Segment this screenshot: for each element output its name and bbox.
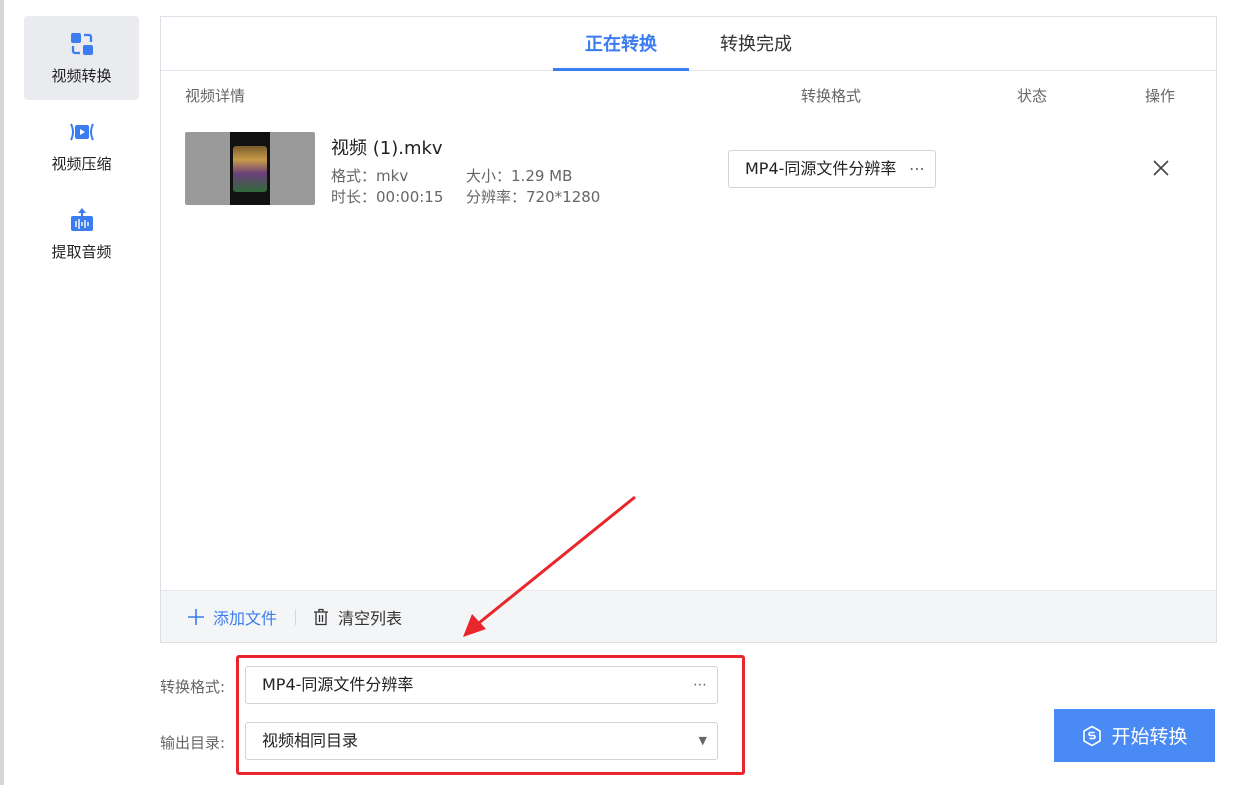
convert-start-icon xyxy=(1083,725,1102,746)
start-convert-label: 开始转换 xyxy=(1111,726,1188,748)
start-convert-button[interactable]: 开始转换 xyxy=(1054,709,1215,762)
annotation-arrow xyxy=(463,495,636,637)
